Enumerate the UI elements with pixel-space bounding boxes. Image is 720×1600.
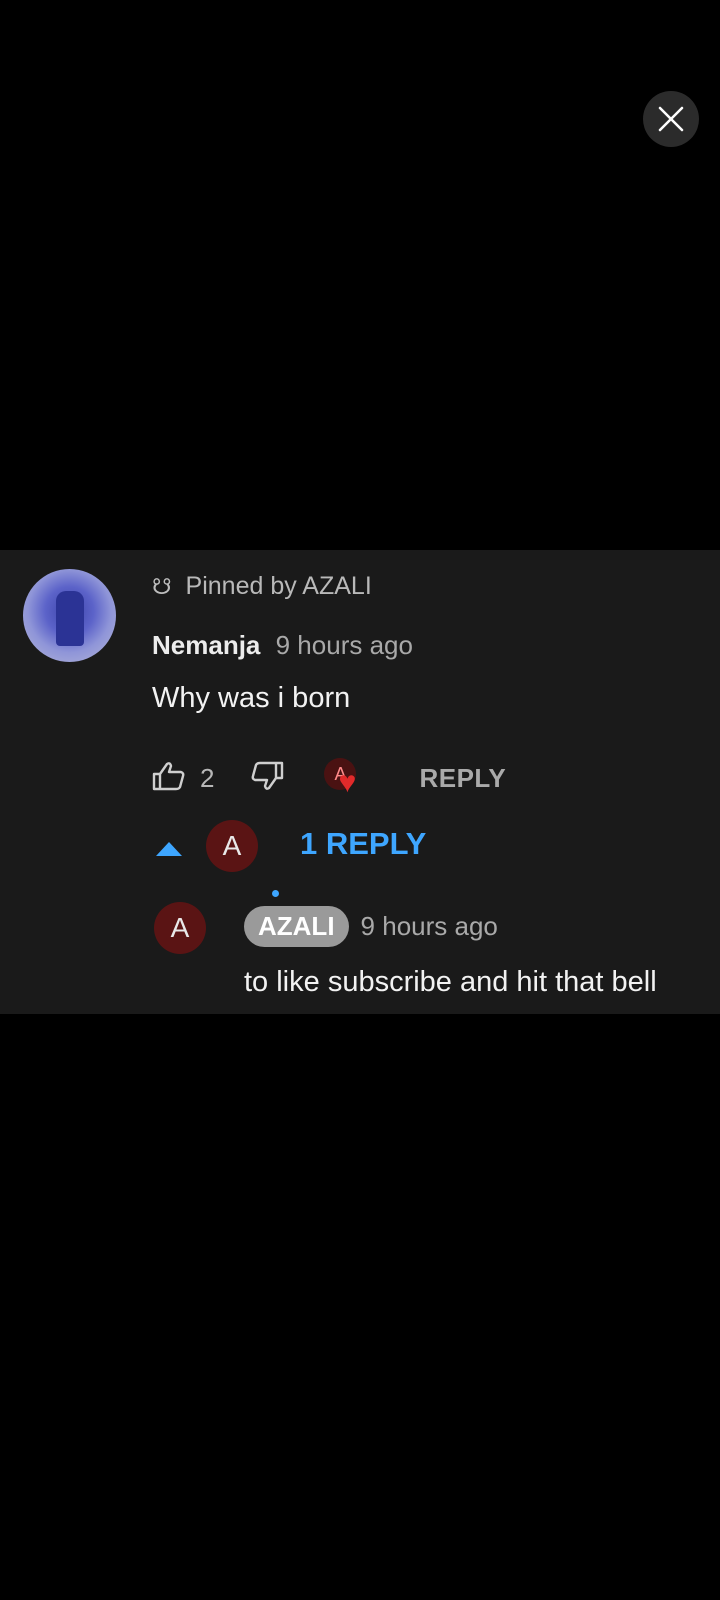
comment-actions: 2 A ♥ REPLY	[152, 758, 506, 798]
comment-author[interactable]: Nemanja	[152, 630, 260, 660]
collapse-caret-icon[interactable]	[156, 842, 182, 856]
like-button[interactable]	[152, 761, 186, 796]
pinned-label: Pinned by AZALI	[185, 572, 372, 600]
reply-button[interactable]: REPLY	[419, 763, 506, 794]
reply-avatar[interactable]: A	[154, 902, 206, 954]
comment-time: 9 hours ago	[275, 630, 413, 660]
thumbs-down-icon	[252, 761, 284, 790]
comment-text: Why was i born	[152, 682, 351, 714]
close-button[interactable]	[643, 91, 699, 147]
creator-heart-badge: A ♥	[324, 758, 372, 798]
comment-panel: ☋ Pinned by AZALI Nemanja 9 hours ago Wh…	[0, 550, 720, 1014]
reply-author-chip[interactable]: AZALI	[244, 906, 349, 947]
like-count: 2	[200, 762, 215, 793]
dislike-button[interactable]	[250, 761, 284, 796]
pin-icon: ☋	[152, 573, 172, 599]
reply-time: 9 hours ago	[360, 911, 498, 941]
avatar-figure	[56, 591, 84, 646]
close-icon	[658, 106, 684, 132]
comment-header: Nemanja 9 hours ago	[152, 630, 413, 661]
reply-text: to like subscribe and hit that bell	[244, 966, 657, 998]
replies-toggle[interactable]: 1 REPLY	[300, 826, 426, 862]
reply-header: AZALI 9 hours ago	[244, 906, 498, 947]
heart-icon: ♥	[338, 766, 357, 799]
avatar[interactable]	[23, 569, 116, 662]
pinned-indicator: ☋ Pinned by AZALI	[152, 572, 372, 601]
unread-dot	[272, 890, 279, 897]
replies-avatar: A	[206, 820, 258, 872]
thumbs-up-icon	[152, 761, 185, 790]
